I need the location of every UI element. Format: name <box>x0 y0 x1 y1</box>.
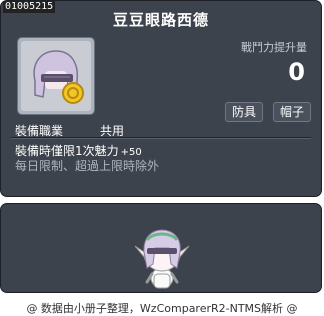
item-icon-frame <box>17 37 95 115</box>
power-value: 0 <box>288 58 305 86</box>
equip-effect-text: 裝備時僅限1次魅力 <box>15 144 119 158</box>
tag-hat: 帽子 <box>272 102 311 122</box>
item-tooltip: 01005215 豆豆眼路西德 戰鬥力提升量 0 防具 帽子 裝備職業 共用 裝… <box>0 0 322 197</box>
character-avatar <box>134 229 190 289</box>
footer-credit: @ 数据由小册子整理，WzComparerR2-NTMS解析 @ <box>26 302 298 315</box>
character-preview <box>0 203 322 293</box>
limit-text: 每日限制、超過上限時除外 <box>15 159 160 173</box>
power-label: 戰鬥力提升量 <box>241 41 307 54</box>
tag-armor: 防具 <box>224 102 263 122</box>
hat-icon <box>33 50 84 104</box>
item-name: 豆豆眼路西德 <box>112 11 209 29</box>
